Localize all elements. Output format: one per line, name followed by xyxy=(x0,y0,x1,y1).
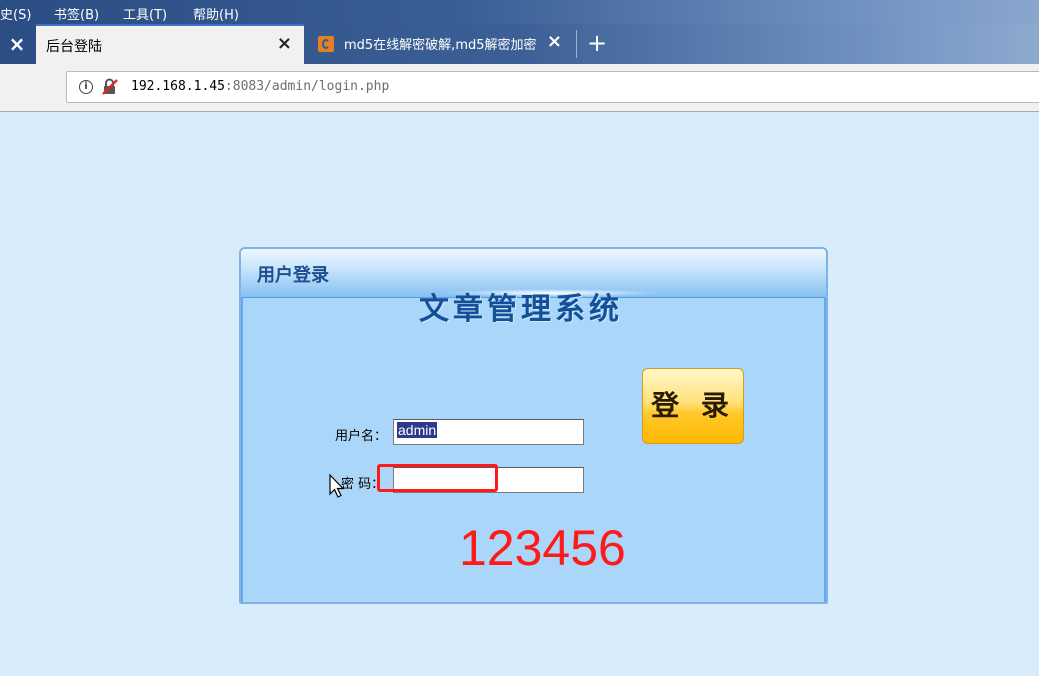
system-title: 文章管理系统 xyxy=(419,292,623,327)
url-text: 192.168.1.45:8083/admin/login.php xyxy=(131,79,389,94)
login-button[interactable]: 登 录 xyxy=(642,368,744,444)
tab-title: md5在线解密破解,md5解密加密 xyxy=(344,38,537,53)
page-content: 用户登录 文章管理系统 用户名： admin 密 码： 登 录 123456 xyxy=(0,112,1039,676)
info-icon[interactable]: i xyxy=(79,80,93,94)
menu-tools[interactable]: 工具(T) xyxy=(123,4,167,23)
tab-md5[interactable]: md5在线解密破解,md5解密加密 × xyxy=(306,24,576,64)
address-bar[interactable]: i 192.168.1.45:8083/admin/login.php xyxy=(66,71,1039,103)
close-tab-icon[interactable]: × xyxy=(277,32,292,56)
menu-bar: 史(S) 书签(B) 工具(T) 帮助(H) xyxy=(0,0,1039,24)
url-host: 192.168.1.45 xyxy=(131,79,225,94)
username-value: admin xyxy=(397,422,438,438)
username-input[interactable]: admin xyxy=(393,419,584,445)
tab-divider xyxy=(576,30,577,58)
menu-bookmarks[interactable]: 书签(B) xyxy=(54,4,99,23)
tab-bar: × 后台登陆 × md5在线解密破解,md5解密加密 × + xyxy=(0,24,1039,64)
highlight-box xyxy=(377,464,498,492)
menu-help[interactable]: 帮助(H) xyxy=(193,4,239,23)
panel-title: 用户登录 xyxy=(257,265,329,286)
new-tab-icon[interactable]: + xyxy=(584,28,610,58)
menu-history[interactable]: 史(S) xyxy=(0,4,31,23)
navigation-bar: i 192.168.1.45:8083/admin/login.php xyxy=(0,64,1039,112)
url-path: :8083/admin/login.php xyxy=(224,79,390,94)
tab-login[interactable]: 后台登陆 × xyxy=(36,24,304,64)
annotation-text: 123456 xyxy=(459,520,626,576)
site-favicon-icon xyxy=(318,36,334,52)
close-tab-icon[interactable]: × xyxy=(547,30,562,54)
close-icon[interactable]: × xyxy=(0,24,34,64)
tab-title: 后台登陆 xyxy=(46,39,102,55)
insecure-lock-icon[interactable] xyxy=(101,78,119,96)
cursor-icon xyxy=(329,474,345,498)
username-label: 用户名： xyxy=(335,429,388,444)
